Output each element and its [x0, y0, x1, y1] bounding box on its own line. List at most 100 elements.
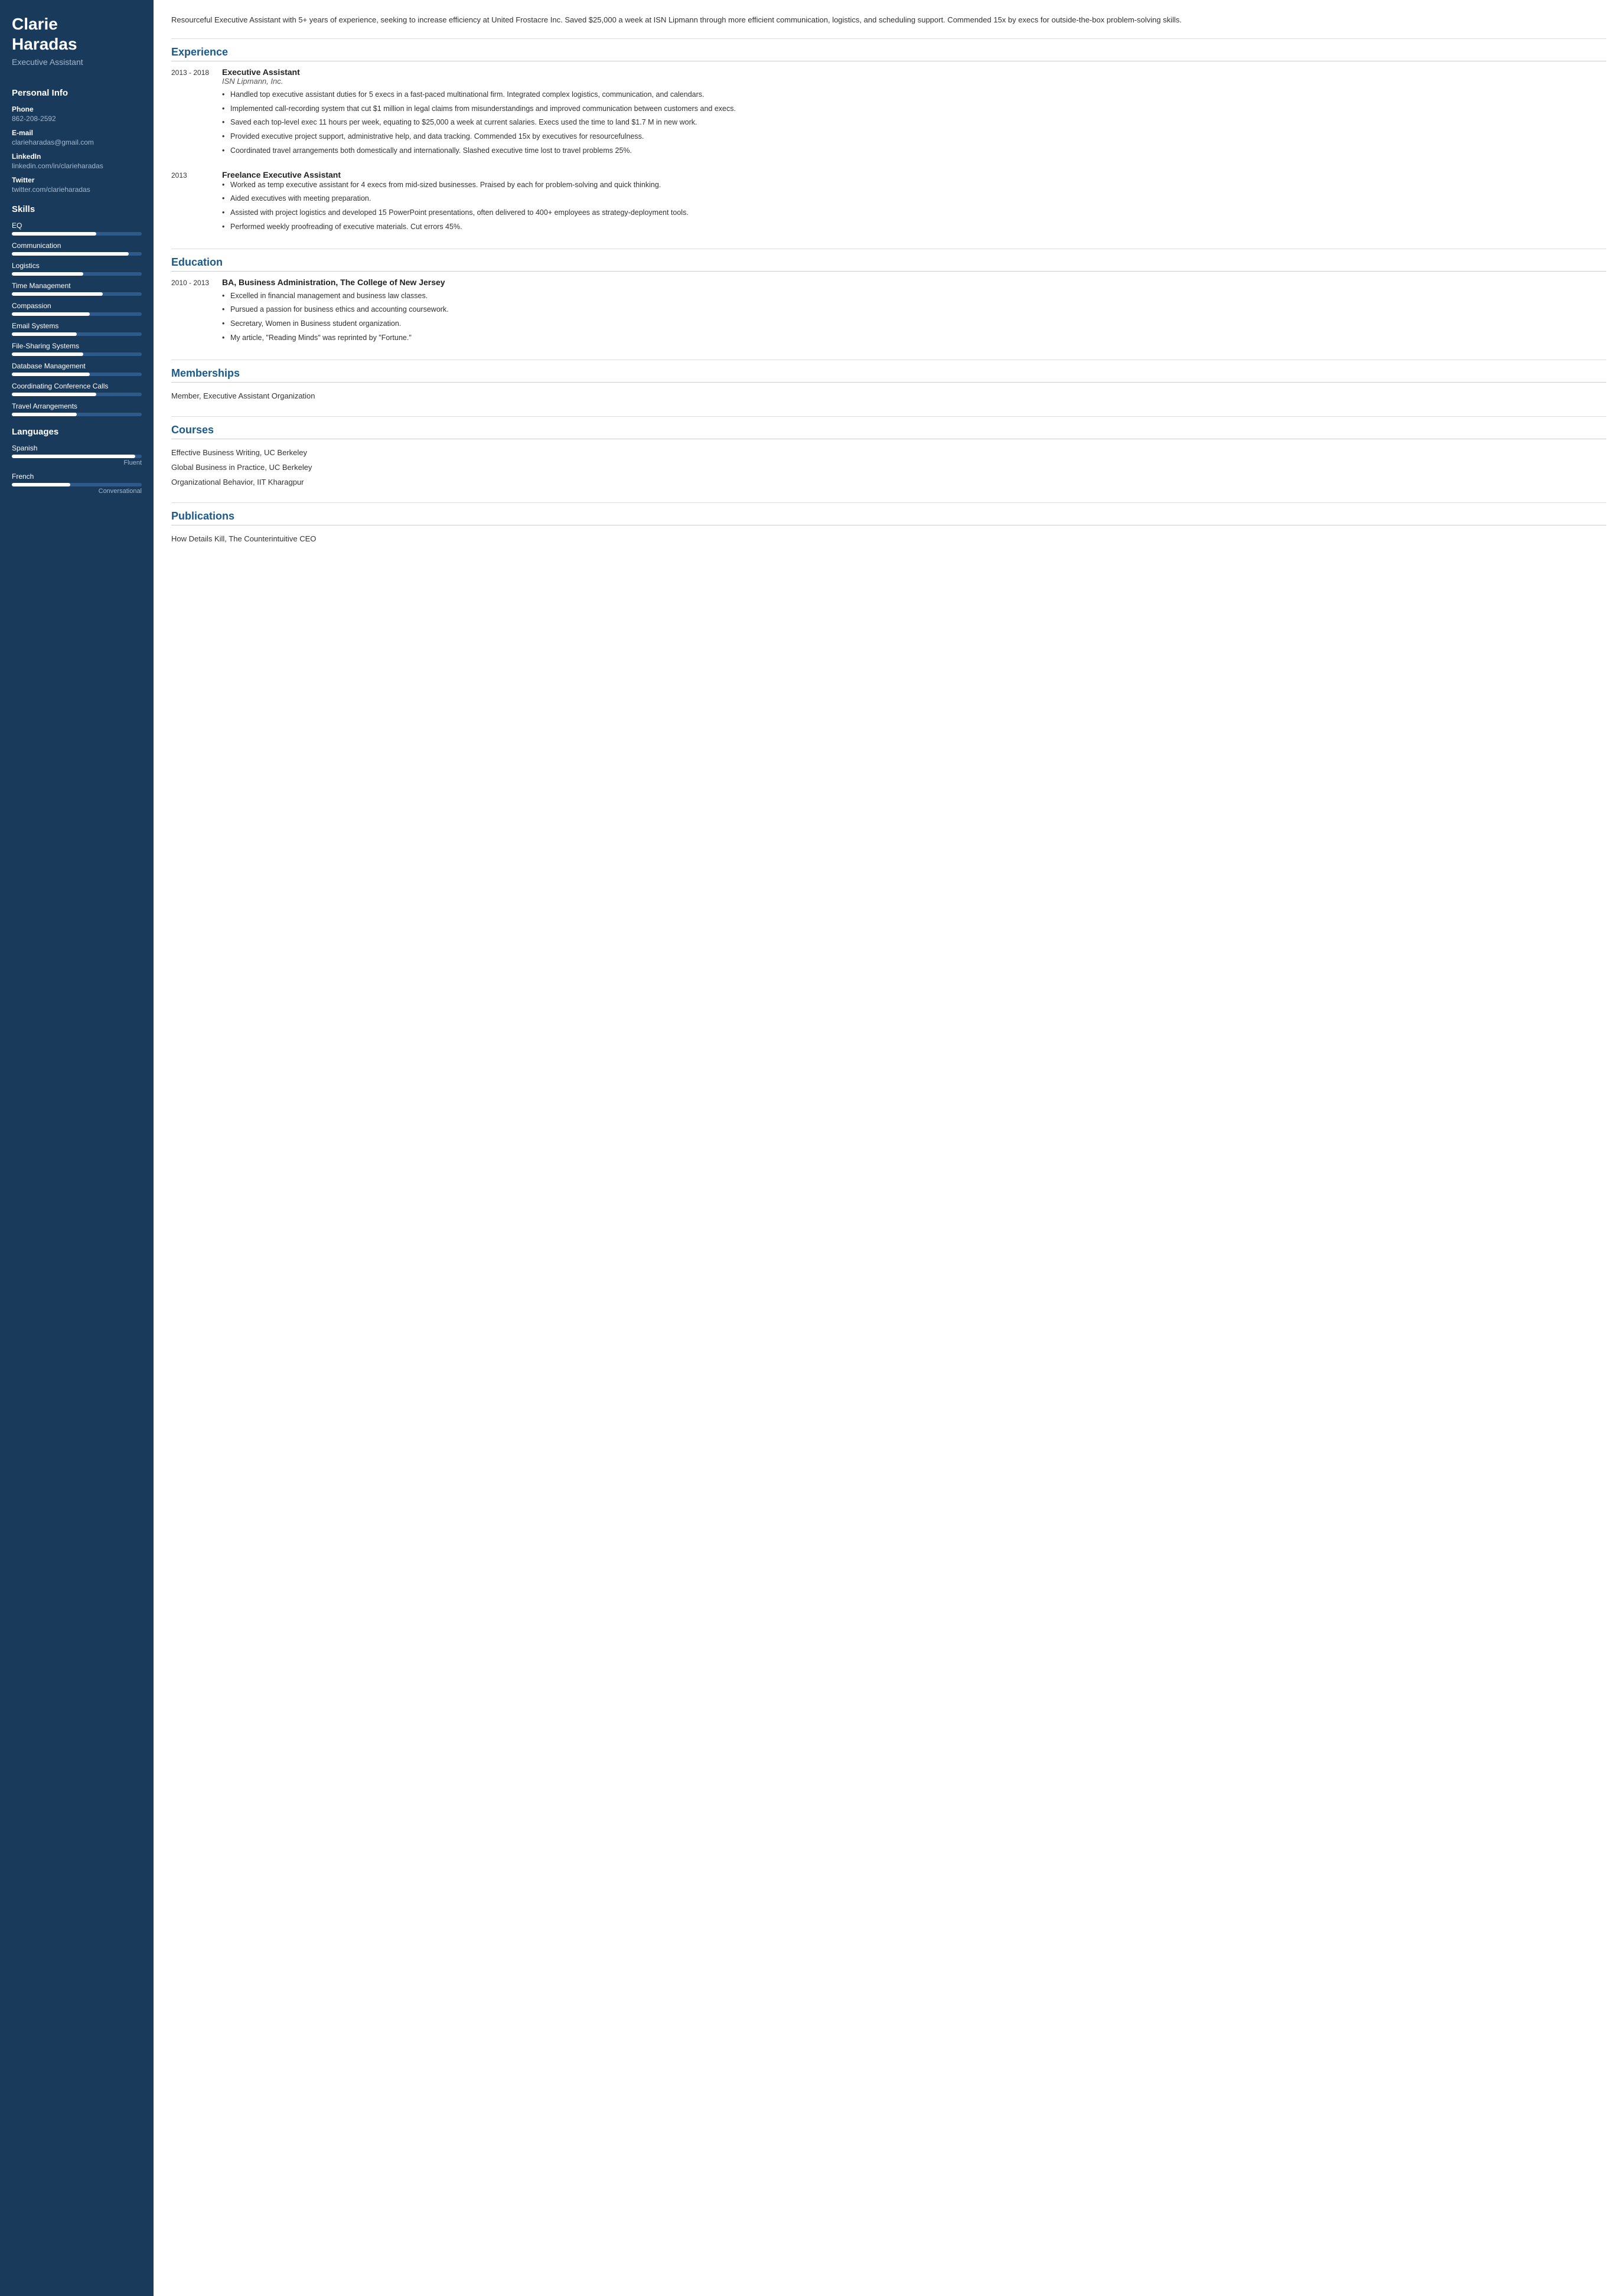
education-item: 2010 - 2013 BA, Business Administration, … [171, 277, 1606, 347]
exp-bullet: Coordinated travel arrangements both dom… [222, 145, 1606, 156]
skill-item: Logistics [12, 262, 142, 276]
exp-bullets: Handled top executive assistant duties f… [222, 89, 1606, 156]
skills-heading: Skills [12, 204, 142, 214]
summary-text: Resourceful Executive Assistant with 5+ … [171, 14, 1606, 27]
skill-bar-background [12, 373, 142, 376]
language-bar-background [12, 483, 142, 486]
education-section: Education 2010 - 2013 BA, Business Admini… [171, 256, 1606, 347]
exp-company: ISN Lipmann, Inc. [222, 77, 1606, 86]
edu-degree: BA, Business Administration, The College… [222, 277, 1606, 287]
skill-bar-background [12, 292, 142, 296]
exp-bullet: Saved each top-level exec 11 hours per w… [222, 117, 1606, 128]
linkedin-label: LinkedIn [12, 152, 142, 161]
exp-bullet: Implemented call-recording system that c… [222, 103, 1606, 115]
skill-item: Compassion [12, 302, 142, 316]
skill-bar-fill [12, 393, 96, 396]
exp-bullet: Worked as temp executive assistant for 4… [222, 179, 1606, 191]
skill-bar-background [12, 352, 142, 356]
email-value: clarieharadas@gmail.com [12, 138, 142, 146]
skill-item: Email Systems [12, 322, 142, 336]
exp-dates: 2013 - 2018 [171, 67, 213, 159]
skill-name: Communication [12, 241, 142, 250]
skill-bar-background [12, 413, 142, 416]
edu-dates: 2010 - 2013 [171, 277, 213, 347]
skill-bar-fill [12, 272, 83, 276]
skill-item: Database Management [12, 362, 142, 376]
skill-bar-background [12, 232, 142, 236]
exp-bullet: Aided executives with meeting preparatio… [222, 193, 1606, 204]
membership-item: Member, Executive Assistant Organization [171, 388, 1606, 403]
skill-name: Database Management [12, 362, 142, 370]
edu-bullet: My article, "Reading Minds" was reprinte… [222, 332, 1606, 344]
exp-bullet: Provided executive project support, admi… [222, 131, 1606, 142]
courses-heading: Courses [171, 424, 1606, 439]
edu-content: BA, Business Administration, The College… [222, 277, 1606, 347]
exp-job-title: Freelance Executive Assistant [222, 170, 1606, 179]
language-level: Fluent [12, 459, 142, 466]
language-bar-fill [12, 455, 135, 458]
skill-name: Email Systems [12, 322, 142, 330]
edu-bullet: Excelled in financial management and bus… [222, 290, 1606, 302]
twitter-value: twitter.com/clarieharadas [12, 185, 142, 194]
exp-job-title: Executive Assistant [222, 67, 1606, 77]
skill-item: File-Sharing Systems [12, 342, 142, 356]
languages-heading: Languages [12, 427, 142, 437]
skill-bar-background [12, 272, 142, 276]
skill-bar-background [12, 393, 142, 396]
language-bar-fill [12, 483, 70, 486]
skill-item: Time Management [12, 282, 142, 296]
skill-bar-background [12, 312, 142, 316]
linkedin-value: linkedin.com/in/clarieharadas [12, 162, 142, 170]
experience-item: 2013 - 2018Executive AssistantISN Lipman… [171, 67, 1606, 159]
exp-bullets: Worked as temp executive assistant for 4… [222, 179, 1606, 233]
skill-bar-fill [12, 413, 77, 416]
language-name: French [12, 472, 142, 481]
course-item: Organizational Behavior, IIT Kharagpur [171, 475, 1606, 489]
skill-bar-background [12, 332, 142, 336]
exp-content: Freelance Executive AssistantWorked as t… [222, 170, 1606, 236]
skill-bar-background [12, 252, 142, 256]
skill-bar-fill [12, 232, 96, 236]
skill-name: File-Sharing Systems [12, 342, 142, 350]
experience-heading: Experience [171, 46, 1606, 61]
skill-item: EQ [12, 221, 142, 236]
skill-bar-fill [12, 373, 90, 376]
skill-item: Coordinating Conference Calls [12, 382, 142, 396]
publication-item: How Details Kill, The Counterintuitive C… [171, 531, 1606, 546]
publications-heading: Publications [171, 510, 1606, 525]
skill-name: Coordinating Conference Calls [12, 382, 142, 390]
exp-content: Executive AssistantISN Lipmann, Inc. Hand… [222, 67, 1606, 159]
languages-list: Spanish Fluent French Conversational [12, 444, 142, 495]
course-item: Global Business in Practice, UC Berkeley [171, 460, 1606, 475]
language-name: Spanish [12, 444, 142, 452]
memberships-list: Member, Executive Assistant Organization [171, 388, 1606, 403]
sidebar: Clarie Haradas Executive Assistant Perso… [0, 0, 154, 2296]
edu-bullet: Secretary, Women in Business student org… [222, 318, 1606, 329]
education-heading: Education [171, 256, 1606, 272]
twitter-label: Twitter [12, 176, 142, 184]
skill-name: Logistics [12, 262, 142, 270]
candidate-name: Clarie Haradas [12, 14, 142, 54]
email-label: E-mail [12, 129, 142, 137]
skill-name: Compassion [12, 302, 142, 310]
memberships-section: Memberships Member, Executive Assistant … [171, 367, 1606, 403]
skill-item: Communication [12, 241, 142, 256]
courses-list: Effective Business Writing, UC BerkeleyG… [171, 445, 1606, 489]
main-content: Resourceful Executive Assistant with 5+ … [154, 0, 1624, 2296]
phone-value: 862-208-2592 [12, 115, 142, 123]
publications-list: How Details Kill, The Counterintuitive C… [171, 531, 1606, 546]
experience-section: Experience 2013 - 2018Executive Assistan… [171, 46, 1606, 236]
course-item: Effective Business Writing, UC Berkeley [171, 445, 1606, 460]
skill-bar-fill [12, 332, 77, 336]
experience-item: 2013Freelance Executive AssistantWorked … [171, 170, 1606, 236]
publications-section: Publications How Details Kill, The Count… [171, 510, 1606, 546]
skill-name: Travel Arrangements [12, 402, 142, 410]
exp-dates: 2013 [171, 170, 213, 236]
edu-bullets: Excelled in financial management and bus… [222, 290, 1606, 344]
language-item: French Conversational [12, 472, 142, 495]
language-level: Conversational [12, 488, 142, 495]
skill-name: EQ [12, 221, 142, 230]
phone-label: Phone [12, 105, 142, 113]
candidate-title: Executive Assistant [12, 57, 142, 76]
language-bar-background [12, 455, 142, 458]
